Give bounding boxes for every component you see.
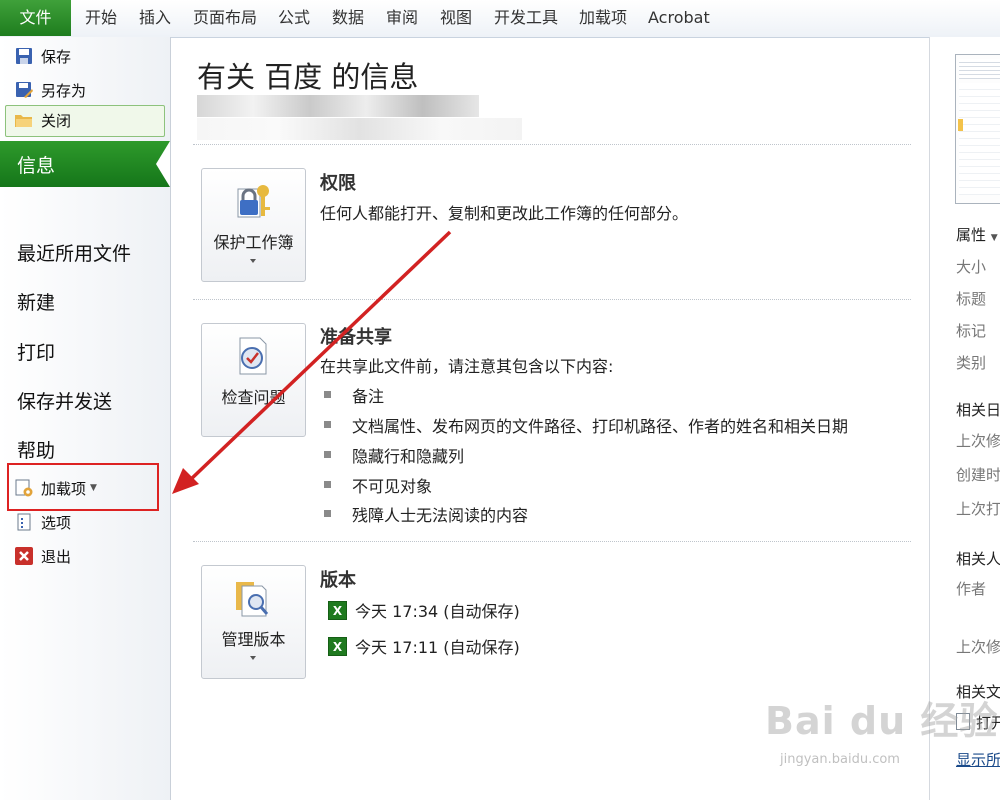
watermark-url: jingyan.baidu.com	[780, 752, 900, 767]
annotation-arrow	[172, 230, 452, 494]
watermark-logo: Bai du 经验	[765, 699, 999, 743]
